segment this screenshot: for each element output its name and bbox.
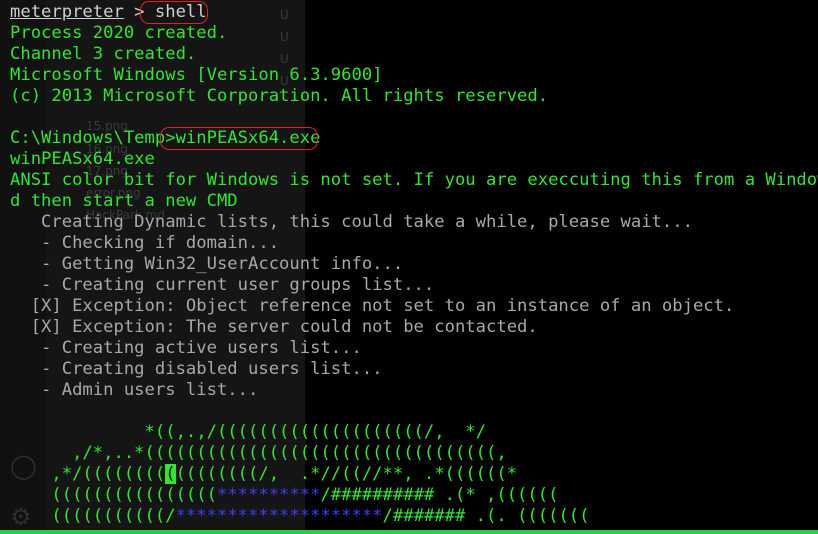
ascii-art-segment: ((((((((((((((((	[10, 485, 217, 505]
meterpreter-prompt-line: meterpreter > shell	[10, 1, 818, 24]
ascii-art-segment: (((((((((((/	[10, 506, 176, 526]
ascii-art-segment: /########## .(* ,((((((	[320, 485, 559, 505]
output-line: Channel 3 created.	[10, 44, 197, 64]
ascii-art-segment: ,*/((((((((	[10, 464, 166, 484]
cmd-prompt-line: C:\Windows\Temp>winPEASx64.exe	[10, 127, 818, 150]
shell-command-highlight	[140, 1, 208, 24]
ascii-art-segment: /####### .(. (((((((	[382, 506, 590, 526]
terminal-cursor: (	[165, 464, 176, 484]
output-line: Process 2020 created.	[10, 23, 228, 43]
ascii-art-segment: ((((((((/, .*//((//**, .*((((((*	[175, 464, 518, 484]
status-line: - Getting Win32_UserAccount info...	[10, 254, 404, 274]
status-line: Creating Dynamic lists, this could take …	[10, 212, 693, 232]
terminal-output[interactable]: meterpreter > shell Process 2020 created…	[10, 1, 818, 527]
cmd-prompt: C:\Windows\Temp>	[10, 128, 176, 148]
ascii-art-line: (((((((((((/********************/#######…	[10, 506, 818, 527]
output-line: Microsoft Windows [Version 6.3.9600]	[10, 65, 383, 85]
winpeas-command-highlight	[160, 127, 318, 150]
status-line: - Creating disabled users list...	[10, 359, 383, 379]
status-bar	[0, 530, 818, 534]
output-line: ANSI color bit for Windows is not set. I…	[10, 170, 818, 190]
ascii-art-line: *((,.,/((((((((((((((((((((/, */	[10, 422, 486, 442]
exception-line: [X] Exception: Object reference not set …	[10, 296, 735, 316]
status-line: - Creating active users list...	[10, 338, 362, 358]
output-line: winPEASx64.exe	[10, 149, 155, 169]
meterpreter-prompt: meterpreter	[10, 2, 124, 22]
ascii-art-line: ,/*,..*(((((((((((((((((((((((((((((((((…	[10, 443, 507, 463]
ascii-art-segment: ********************	[175, 506, 383, 526]
status-line: - Admin users list...	[10, 380, 259, 400]
output-line: (c) 2013 Microsoft Corporation. All righ…	[10, 86, 549, 106]
ascii-art-segment: **********	[216, 485, 321, 505]
ascii-art-line: ((((((((((((((((**********/########## .(…	[10, 485, 818, 506]
output-line: d then start a new CMD	[10, 191, 238, 211]
status-line: - Checking if domain...	[10, 233, 280, 253]
ascii-art-line: ,*/(((((((((((((((((/, .*//((//**, .*(((…	[10, 464, 818, 485]
status-line: - Creating current user groups list...	[10, 275, 435, 295]
exception-line: [X] Exception: The server could not be c…	[10, 317, 538, 337]
